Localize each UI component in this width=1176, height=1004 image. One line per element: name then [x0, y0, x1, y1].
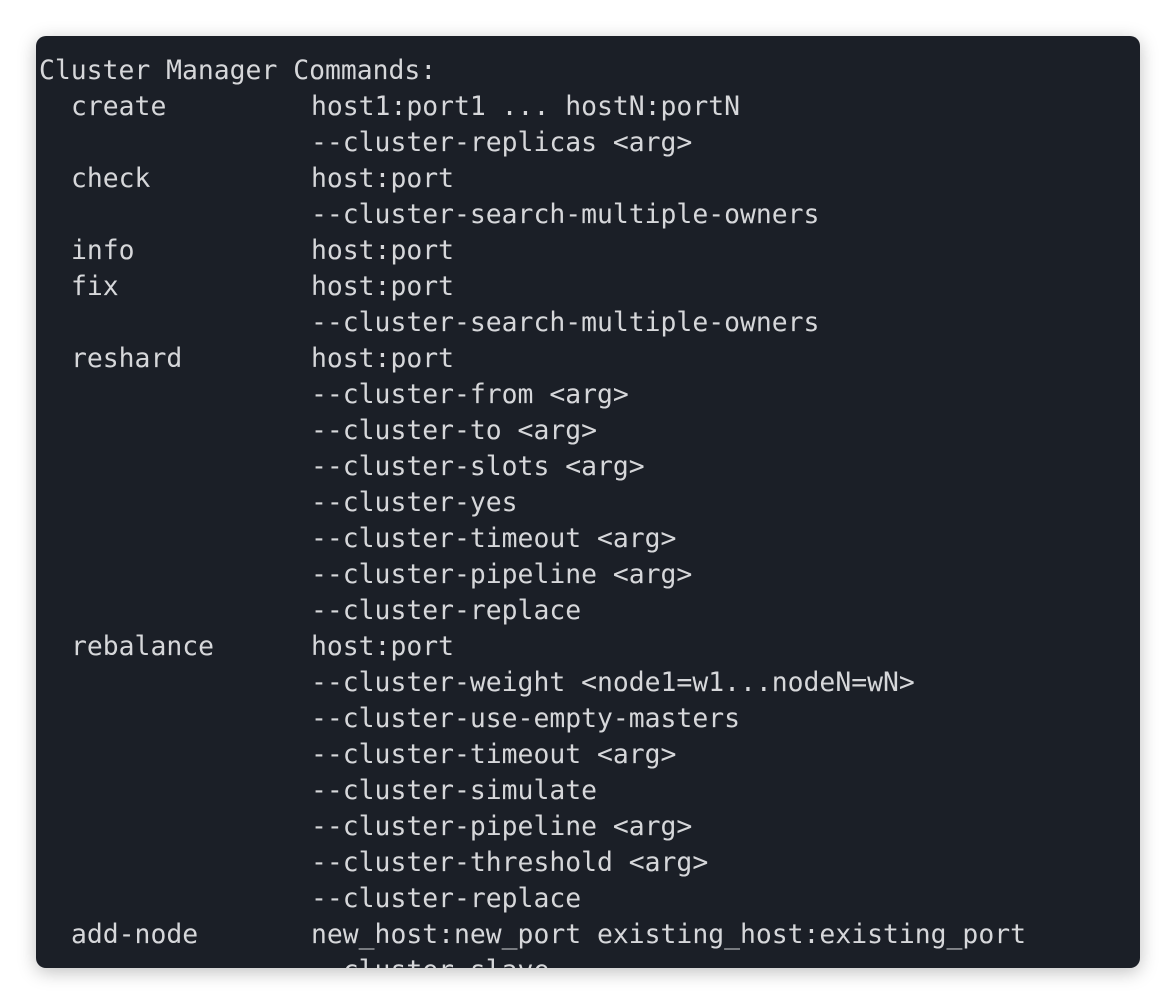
command-args: --cluster-pipeline <arg> [311, 559, 693, 590]
command-name: fix [71, 271, 119, 302]
output-line: add-node new_host:new_port existing_host:… [39, 919, 1140, 968]
command-args: --cluster-replace [311, 595, 582, 626]
command-args: --cluster-search-multiple-owners [311, 199, 820, 230]
command-args: --cluster-timeout <arg> [311, 523, 677, 554]
command-name: check [71, 163, 151, 194]
command-args: --cluster-search-multiple-owners [311, 307, 820, 338]
terminal-output: Cluster Manager Commands: create host1:po… [39, 55, 1140, 968]
command-args: --cluster-weight <node1=w1...nodeN=wN> [311, 667, 915, 698]
command-args: --cluster-pipeline <arg> [311, 811, 693, 842]
output-line: --cluster-slots <arg> [39, 451, 1140, 500]
command-name: reshard [71, 343, 183, 374]
command-args: --cluster-threshold <arg> [311, 847, 709, 878]
command-args: --cluster-slots <arg> [311, 451, 645, 482]
output-line: --cluster-search-multiple-owners [39, 307, 1140, 356]
command-args: --cluster-replicas <arg> [311, 127, 693, 158]
command-args: --cluster-simulate [311, 775, 597, 806]
command-args: --cluster-from <arg> [311, 379, 629, 410]
command-name: add-node [71, 919, 199, 950]
terminal-window: Cluster Manager Commands: create host1:po… [36, 36, 1140, 968]
command-args: new_host:new_port existing_host:existing… [311, 919, 1026, 950]
command-args: --cluster-slave [311, 953, 549, 968]
output-heading: Cluster Manager Commands: [39, 55, 437, 86]
command-name: create [71, 91, 167, 122]
command-name: rebalance [71, 631, 214, 662]
command-args: --cluster-use-empty-masters [311, 703, 740, 734]
command-args: host:port [311, 235, 454, 266]
output-line: --cluster-search-multiple-owners [39, 199, 1140, 248]
command-args: host:port [311, 343, 454, 374]
command-args: --cluster-yes [311, 487, 518, 518]
output-line: --cluster-replicas <arg> [39, 127, 1140, 176]
command-args: host:port [311, 271, 454, 302]
command-args: host:port [311, 631, 454, 662]
command-name: info [71, 235, 135, 266]
command-args: --cluster-replace [311, 883, 582, 914]
output-line: --cluster-pipeline <arg> [39, 559, 1140, 608]
command-args: host:port [311, 163, 454, 194]
output-line: --cluster-threshold <arg> [39, 847, 1140, 896]
command-args: --cluster-to <arg> [311, 415, 597, 446]
command-args: --cluster-timeout <arg> [311, 739, 677, 770]
command-args: host1:port1 ... hostN:portN [311, 91, 740, 122]
output-line: info host:port [39, 235, 1140, 284]
